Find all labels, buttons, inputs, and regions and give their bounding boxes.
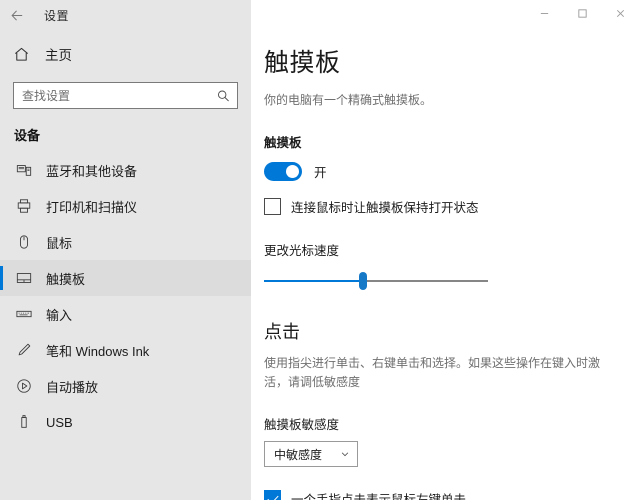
settings-window: 设置 主页 查找设置 设备 蓝牙和其他设备 打印机和扫描仪 鼠标 触摸板 输入 … xyxy=(0,0,639,500)
keep-touchpad-on-row[interactable]: 连接鼠标时让触摸板保持打开状态 xyxy=(264,197,617,216)
usb-icon xyxy=(14,414,34,430)
search-icon[interactable] xyxy=(217,89,230,102)
search-container xyxy=(0,73,251,109)
window-title: 设置 xyxy=(44,9,70,23)
content-inner: 触摸板 你的电脑有一个精确式触摸板。 触摸板 开 连接鼠标时让触摸板保持打开状态… xyxy=(251,43,639,500)
sidebar-item-touchpad[interactable]: 触摸板 xyxy=(0,260,251,296)
search-input[interactable] xyxy=(14,83,237,108)
back-arrow-icon[interactable] xyxy=(0,0,34,31)
sidebar-item-label: 自动播放 xyxy=(46,379,99,395)
close-button[interactable] xyxy=(601,0,639,26)
keyboard-icon xyxy=(14,306,34,322)
chevron-down-icon xyxy=(340,449,350,459)
sidebar-item-usb[interactable]: USB xyxy=(0,404,251,440)
window-controls xyxy=(251,0,639,31)
bluetooth-devices-icon xyxy=(14,162,34,178)
sidebar-item-label: 打印机和扫描仪 xyxy=(46,199,138,215)
touchpad-toggle-state: 开 xyxy=(314,166,327,180)
click-section-heading: 点击 xyxy=(264,322,300,342)
click-section-description: 使用指尖进行单击、右键单击和选择。如果这些操作在键入时激活，请调低敏感度 xyxy=(264,356,601,390)
sidebar: 主页 设备 蓝牙和其他设备 xyxy=(0,31,251,500)
one-finger-tap-checkbox[interactable] xyxy=(264,490,281,500)
sensitivity-label: 触摸板敏感度 xyxy=(264,418,340,433)
sidebar-item-label: 蓝牙和其他设备 xyxy=(46,163,138,179)
one-finger-tap-label: 一个手指点击表示鼠标左键单击 xyxy=(291,489,466,500)
title-bar: 设置 xyxy=(0,0,639,31)
sidebar-item-label: 输入 xyxy=(46,307,73,323)
toggle-knob xyxy=(286,165,299,178)
content-panel: 触摸板 你的电脑有一个精确式触摸板。 触摸板 开 连接鼠标时让触摸板保持打开状态… xyxy=(251,31,639,500)
slider-fill xyxy=(264,280,363,282)
sidebar-item-label: 触摸板 xyxy=(46,271,86,287)
touchpad-group-label: 触摸板 xyxy=(264,136,302,150)
sidebar-item-home[interactable]: 主页 xyxy=(0,35,251,73)
keep-touchpad-on-label: 连接鼠标时让触摸板保持打开状态 xyxy=(291,201,479,215)
page-subtitle: 你的电脑有一个精确式触摸板。 xyxy=(264,93,433,107)
title-bar-left: 设置 xyxy=(0,0,251,31)
sidebar-item-typing[interactable]: 输入 xyxy=(0,296,251,332)
autoplay-icon xyxy=(14,378,34,394)
touchpad-toggle[interactable] xyxy=(264,162,302,181)
page-title: 触摸板 xyxy=(264,49,341,77)
cursor-speed-slider[interactable] xyxy=(264,270,488,292)
pen-icon xyxy=(14,342,34,358)
touchpad-icon xyxy=(14,270,34,286)
sidebar-item-label: 笔和 Windows Ink xyxy=(46,343,150,359)
sidebar-nav-list: 蓝牙和其他设备 打印机和扫描仪 鼠标 触摸板 输入 笔和 Windows Ink… xyxy=(0,152,251,440)
home-icon xyxy=(13,46,35,63)
minimize-button[interactable] xyxy=(525,0,563,26)
sidebar-item-label: 鼠标 xyxy=(46,235,73,251)
sidebar-item-pen-windows-ink[interactable]: 笔和 Windows Ink xyxy=(0,332,251,368)
touchpad-toggle-row: 开 xyxy=(264,162,617,181)
sidebar-item-autoplay[interactable]: 自动播放 xyxy=(0,368,251,404)
maximize-button[interactable] xyxy=(563,0,601,26)
sensitivity-value: 中敏感度 xyxy=(274,447,323,462)
cursor-speed-label: 更改光标速度 xyxy=(264,244,340,258)
printer-icon xyxy=(14,198,34,214)
one-finger-tap-row[interactable]: 一个手指点击表示鼠标左键单击 xyxy=(264,489,617,500)
search-box[interactable] xyxy=(13,82,238,109)
home-label: 主页 xyxy=(45,48,72,63)
sidebar-heading: 设备 xyxy=(14,128,41,143)
window-body: 主页 设备 蓝牙和其他设备 xyxy=(0,31,639,500)
sidebar-item-label: USB xyxy=(46,414,73,430)
sensitivity-dropdown[interactable]: 中敏感度 xyxy=(264,441,358,468)
sidebar-item-printers-scanners[interactable]: 打印机和扫描仪 xyxy=(0,188,251,224)
mouse-icon xyxy=(14,234,34,250)
sidebar-item-mouse[interactable]: 鼠标 xyxy=(0,224,251,260)
sidebar-item-bluetooth-devices[interactable]: 蓝牙和其他设备 xyxy=(0,152,251,188)
slider-thumb[interactable] xyxy=(358,272,367,290)
keep-touchpad-on-checkbox[interactable] xyxy=(264,198,281,215)
